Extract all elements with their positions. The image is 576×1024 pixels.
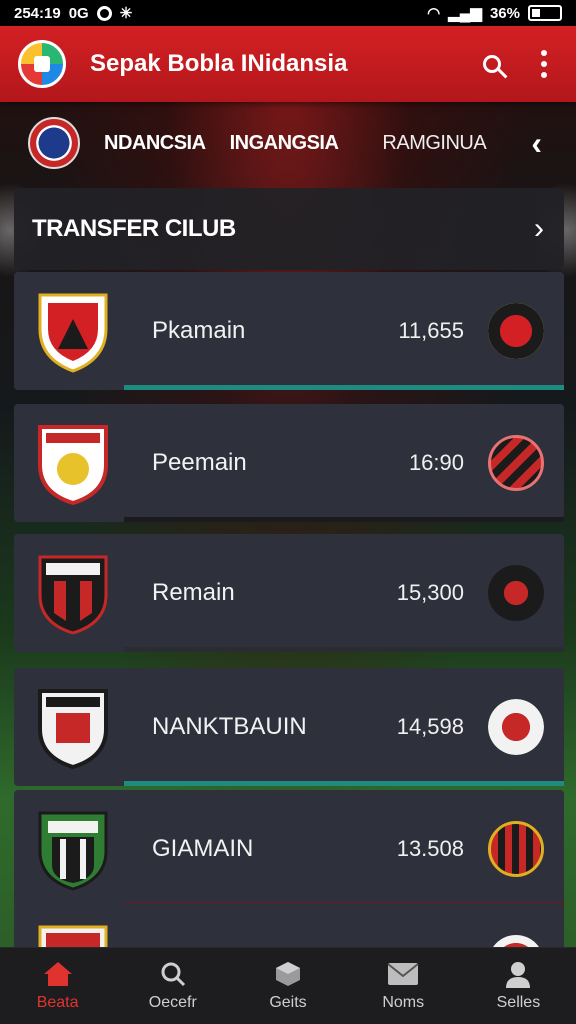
search-icon xyxy=(159,960,187,988)
nav-profile[interactable]: Selles xyxy=(461,948,576,1024)
signal-icon: ▂▄▆ xyxy=(448,5,482,22)
transfer-section-header[interactable]: TRANSFER CILUB › xyxy=(14,188,564,270)
transfer-row[interactable]: Remain 15,300 xyxy=(14,534,564,652)
nav-label: Selles xyxy=(496,994,541,1011)
chevron-right-icon: › xyxy=(534,212,544,245)
transfer-value: 13.508 xyxy=(396,836,464,861)
row-accent-bar xyxy=(124,385,564,390)
home-icon xyxy=(42,960,74,988)
tab-ingangsia[interactable]: INGANGSIA xyxy=(230,132,339,155)
wifi-icon: ◠ xyxy=(427,5,441,22)
status-time: 254:19 xyxy=(14,4,61,22)
more-vert-icon xyxy=(541,50,547,78)
club-crest-icon xyxy=(36,421,110,505)
row-accent-bar xyxy=(124,781,564,786)
club-crest-icon xyxy=(36,551,110,635)
battery-percent: 36% xyxy=(489,4,520,22)
player-name: Pkamain xyxy=(152,317,246,344)
person-icon xyxy=(504,960,532,988)
transfer-value: 16:90 xyxy=(408,450,464,475)
nav-label: Noms xyxy=(382,994,425,1011)
opponent-badge-icon xyxy=(488,303,544,359)
club-crest-icon xyxy=(36,685,110,769)
transfer-value: 14,598 xyxy=(396,714,464,739)
opponent-badge-icon xyxy=(488,821,544,877)
app-logo-icon xyxy=(18,40,66,88)
nav-search[interactable]: Oecefr xyxy=(115,948,230,1024)
transfer-value: 11,655 xyxy=(398,318,464,343)
opponent-badge-icon xyxy=(488,699,544,755)
chevron-left-icon[interactable]: ‹ xyxy=(531,125,542,162)
tab-ndancsia[interactable]: NDANCSIA xyxy=(104,132,206,155)
notification-icon xyxy=(96,5,112,21)
mail-icon xyxy=(387,960,419,988)
transfer-row[interactable]: GIAMAIN 13.508 xyxy=(14,790,564,908)
more-options-button[interactable] xyxy=(524,44,564,84)
club-crest-icon xyxy=(36,807,110,891)
league-tabs: NDANCSIA INGANGSIA RAMGINUA ‹ xyxy=(0,112,576,174)
search-icon xyxy=(483,55,501,73)
opponent-badge-icon xyxy=(488,435,544,491)
transfer-row[interactable]: Peemain 16:90 xyxy=(14,404,564,522)
transfer-value: 15,300 xyxy=(396,580,464,605)
app-bar: Sepak Bobla INidansia xyxy=(0,26,576,102)
nav-label: Beata xyxy=(36,994,79,1011)
club-crest-icon xyxy=(36,289,110,373)
nav-items[interactable]: Geits xyxy=(230,948,345,1024)
nav-home[interactable]: Beata xyxy=(0,948,115,1024)
section-title: TRANSFER CILUB xyxy=(32,215,236,242)
battery-icon xyxy=(528,5,562,21)
row-accent-bar xyxy=(124,517,564,522)
bottom-navigation: Beata Oecefr Geits Noms Selles xyxy=(0,947,576,1024)
sync-icon: ✳ xyxy=(119,5,133,22)
player-name: Remain xyxy=(152,579,235,606)
player-name: GIAMAIN xyxy=(152,835,254,862)
app-title: Sepak Bobla INidansia xyxy=(90,50,348,77)
nav-label: Oecefr xyxy=(148,994,197,1011)
status-bar: 254:19 0G ✳ ◠ ▂▄▆ 36% xyxy=(0,0,576,26)
player-name: Peemain xyxy=(152,449,247,476)
nav-messages[interactable]: Noms xyxy=(346,948,461,1024)
search-button[interactable] xyxy=(472,44,512,84)
league-badge-icon[interactable] xyxy=(28,117,80,169)
status-carrier: 0G xyxy=(68,4,89,22)
nav-label: Geits xyxy=(269,994,307,1011)
player-name: NANKTBAUIN xyxy=(152,713,307,740)
tab-ramginua[interactable]: RAMGINUA xyxy=(382,132,486,155)
transfer-row[interactable]: NANKTBAUIN 14,598 xyxy=(14,668,564,786)
row-accent-bar xyxy=(124,647,564,652)
cube-icon xyxy=(274,960,302,988)
opponent-badge-icon xyxy=(488,565,544,621)
transfer-row[interactable]: Pkamain 11,655 xyxy=(14,272,564,390)
